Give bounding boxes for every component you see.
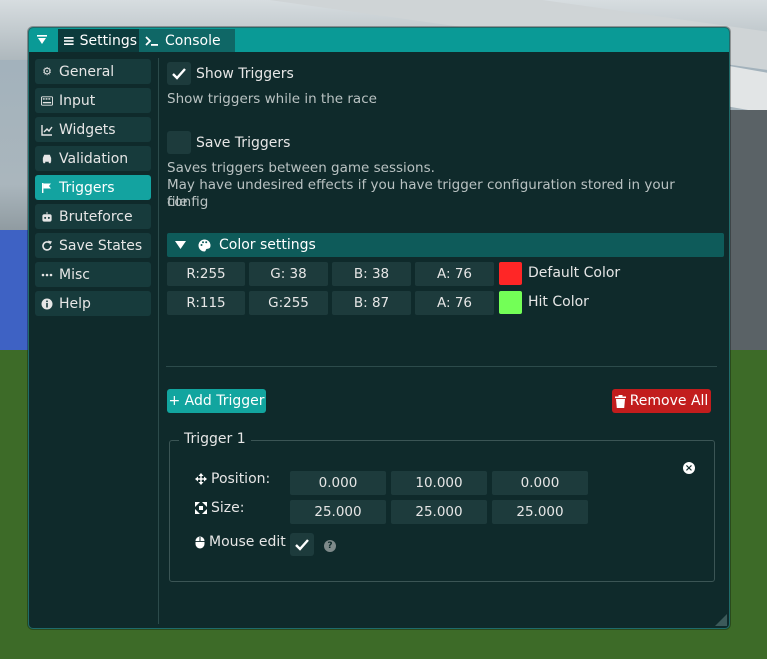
sidebar-item-triggers[interactable]: Triggers: [35, 175, 151, 200]
hit-color-r-field[interactable]: R:115: [167, 291, 245, 315]
robot-icon: [41, 211, 53, 223]
save-triggers-description-2: May have undesired effects if you have t…: [167, 177, 675, 210]
sidebar-divider: [158, 58, 159, 624]
mouse-edit-label: Mouse edit: [209, 534, 286, 550]
save-triggers-checkbox[interactable]: [167, 131, 191, 154]
help-icon[interactable]: ?: [324, 540, 336, 552]
default-color-swatch[interactable]: [499, 262, 522, 285]
position-y-field[interactable]: 10.000: [391, 471, 487, 495]
sidebar-item-label: Validation: [59, 150, 129, 167]
default-color-a-field[interactable]: A: 76: [415, 262, 494, 286]
hit-color-b-field[interactable]: B: 87: [332, 291, 411, 315]
tab-settings[interactable]: Settings: [58, 29, 143, 52]
sidebar-item-widgets[interactable]: Widgets: [35, 117, 151, 142]
close-icon[interactable]: ×: [683, 462, 695, 474]
position-row-label: Position:: [195, 471, 270, 487]
redo-icon: [41, 240, 53, 252]
sidebar-item-help[interactable]: Help: [35, 291, 151, 316]
sidebar-item-bruteforce[interactable]: Bruteforce: [35, 204, 151, 229]
position-z-field[interactable]: 0.000: [492, 471, 588, 495]
sidebar-item-label: Help: [59, 295, 91, 312]
save-triggers-label: Save Triggers: [196, 135, 291, 151]
settings-window: Settings Console ⚙ General Input Widgets: [28, 27, 730, 629]
trigger-group: Trigger 1 × Position: 0.000 10.000 0.000…: [169, 431, 715, 582]
position-label: Position:: [211, 471, 271, 487]
remove-all-label: Remove All: [629, 393, 709, 409]
sidebar-item-label: Misc: [59, 266, 90, 283]
trigger-title: Trigger 1: [179, 431, 251, 447]
tab-console[interactable]: Console: [139, 29, 235, 52]
car-icon: [41, 153, 53, 165]
default-color-b-field[interactable]: B: 38: [332, 262, 411, 286]
sidebar-item-label: Triggers: [59, 179, 115, 196]
checkmark-icon: [295, 538, 309, 551]
ellipsis-icon: [41, 269, 53, 281]
hit-color-label: Hit Color: [528, 294, 589, 310]
triggers-panel: Show Triggers Show triggers while in the…: [166, 58, 724, 618]
mouse-icon: [195, 536, 205, 548]
tab-bar: Settings Console: [29, 28, 729, 52]
sidebar-item-validation[interactable]: Validation: [35, 146, 151, 171]
mouse-edit-checkbox[interactable]: [290, 533, 314, 556]
sidebar-item-save-states[interactable]: Save States: [35, 233, 151, 258]
info-icon: [41, 298, 53, 310]
keyboard-icon: [41, 95, 53, 107]
sidebar-item-label: Bruteforce: [59, 208, 133, 225]
sidebar-item-label: Save States: [59, 237, 143, 254]
hit-color-g-field[interactable]: G:255: [249, 291, 328, 315]
size-y-field[interactable]: 25.000: [391, 500, 487, 524]
resize-grip[interactable]: [715, 614, 727, 626]
sidebar-item-label: Input: [59, 92, 96, 109]
palette-icon: [198, 239, 211, 251]
save-triggers-description-1: Saves triggers between game sessions.: [167, 160, 435, 176]
chart-line-icon: [41, 124, 53, 136]
tab-console-label: Console: [165, 32, 221, 49]
size-label: Size:: [211, 500, 245, 516]
color-settings-header[interactable]: Color settings: [167, 233, 724, 257]
hit-color-swatch[interactable]: [499, 291, 522, 314]
position-x-field[interactable]: 0.000: [290, 471, 386, 495]
checkmark-icon: [172, 67, 186, 80]
default-color-g-field[interactable]: G: 38: [249, 262, 328, 286]
gear-icon: ⚙: [42, 65, 52, 78]
expand-icon: [195, 502, 207, 514]
sidebar: ⚙ General Input Widgets Validation Trigg…: [35, 59, 151, 320]
list-icon: [64, 36, 74, 45]
size-x-field[interactable]: 25.000: [290, 500, 386, 524]
sidebar-item-label: Widgets: [59, 121, 116, 138]
color-settings-label: Color settings: [219, 237, 316, 253]
sidebar-item-misc[interactable]: Misc: [35, 262, 151, 287]
show-triggers-description: Show triggers while in the race: [167, 91, 377, 107]
save-triggers-description-3: file: [167, 194, 188, 210]
remove-all-button[interactable]: Remove All: [612, 389, 711, 413]
sidebar-item-input[interactable]: Input: [35, 88, 151, 113]
terminal-icon: [145, 35, 158, 46]
size-z-field[interactable]: 25.000: [492, 500, 588, 524]
add-trigger-button[interactable]: + Add Trigger: [167, 389, 266, 413]
mouse-edit-row-label: Mouse edit: [195, 534, 286, 550]
sidebar-item-label: General: [59, 63, 115, 80]
section-separator: [166, 366, 717, 367]
size-row-label: Size:: [195, 500, 244, 516]
default-color-label: Default Color: [528, 265, 621, 281]
default-color-r-field[interactable]: R:255: [167, 262, 245, 286]
sidebar-item-general[interactable]: ⚙ General: [35, 59, 151, 84]
trash-icon: [614, 394, 626, 408]
collapse-triangle-icon: [37, 35, 47, 44]
hit-color-a-field[interactable]: A: 76: [415, 291, 494, 315]
chevron-down-icon: [175, 241, 186, 249]
tab-settings-label: Settings: [79, 32, 137, 49]
show-triggers-label: Show Triggers: [196, 66, 294, 82]
show-triggers-checkbox[interactable]: [167, 62, 191, 85]
window-collapse-button[interactable]: [31, 30, 53, 50]
flag-icon: [41, 182, 53, 194]
move-arrows-icon: [195, 473, 207, 485]
